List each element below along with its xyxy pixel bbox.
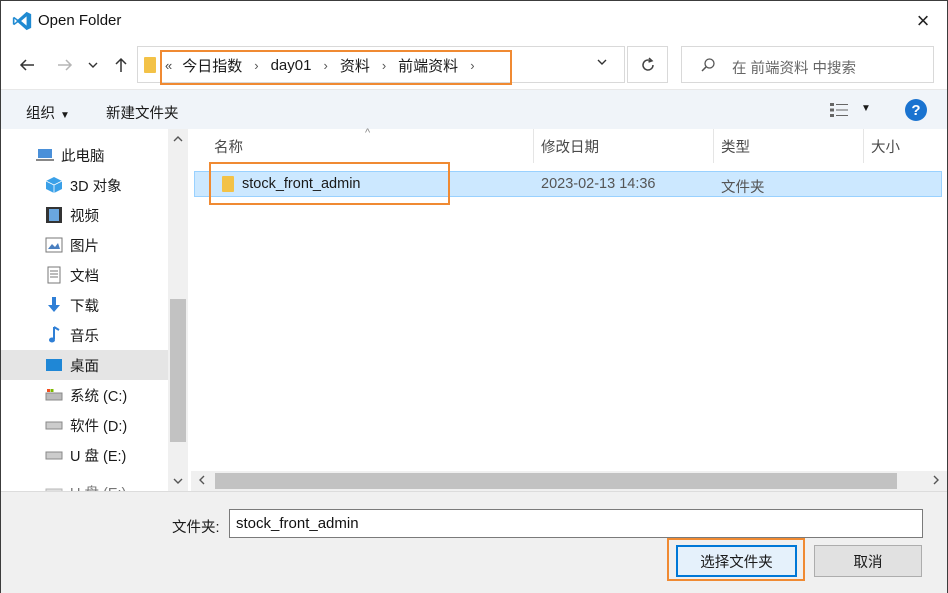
nav-item-label: 视频 xyxy=(70,208,99,225)
arrow-right-icon xyxy=(58,59,73,71)
nav-item-label: 此电脑 xyxy=(61,148,105,165)
column-header-modified[interactable]: 修改日期 xyxy=(541,129,599,163)
chevron-down-icon[interactable] xyxy=(168,475,188,489)
select-button-highlight-box xyxy=(667,538,805,581)
refresh-button[interactable] xyxy=(627,46,668,83)
column-divider[interactable] xyxy=(863,129,864,163)
drive-icon xyxy=(45,446,63,464)
close-button[interactable]: × xyxy=(909,7,937,35)
nav-item-videos[interactable]: 视频 xyxy=(1,200,168,230)
nav-item-label: 下载 xyxy=(70,298,99,315)
column-header-size[interactable]: 大小 xyxy=(871,129,900,163)
document-icon xyxy=(45,266,63,284)
chevron-down-icon xyxy=(88,62,98,68)
music-icon xyxy=(45,326,63,344)
nav-item-label: 文档 xyxy=(70,268,99,285)
nav-item-downloads[interactable]: 下载 xyxy=(1,290,168,320)
help-icon[interactable]: ? xyxy=(905,99,927,121)
view-options-icon[interactable] xyxy=(829,102,849,118)
nav-item-label: U 盘 (E:) xyxy=(70,448,127,465)
caret-down-icon[interactable]: ▼ xyxy=(861,103,871,114)
nav-item-pictures[interactable]: 图片 xyxy=(1,230,168,260)
address-dropdown-button[interactable] xyxy=(596,56,608,71)
cancel-button[interactable]: 取消 xyxy=(814,545,922,577)
drive-icon xyxy=(45,483,63,491)
search-input[interactable]: 在 前端资料 中搜索 xyxy=(681,46,934,83)
drive-c-icon xyxy=(45,386,63,404)
nav-scroll-thumb[interactable] xyxy=(170,299,186,442)
organize-label: 组织 xyxy=(26,106,55,122)
horizontal-scrollbar[interactable] xyxy=(191,471,947,491)
nav-item-label: 图片 xyxy=(70,238,99,255)
computer-icon xyxy=(36,146,54,164)
recent-locations-button[interactable] xyxy=(85,53,101,77)
navigation-pane: 此电脑 3D 对象 视频 图片 文档 下载 音乐 桌面 系统 (C:) 软件 (… xyxy=(1,129,189,491)
row-highlight-box xyxy=(209,162,450,205)
arrow-left-icon xyxy=(19,59,34,71)
sort-ascending-icon: ^ xyxy=(365,127,371,139)
nav-item-drive-e[interactable]: U 盘 (E:) xyxy=(1,440,168,470)
file-type: 文件夹 xyxy=(721,180,765,196)
command-bar: 组织 ▼ 新建文件夹 ▼ ? xyxy=(1,89,947,129)
nav-item-label: 软件 (D:) xyxy=(70,418,128,435)
nav-item-3d-objects[interactable]: 3D 对象 xyxy=(1,170,168,200)
vscode-icon xyxy=(12,11,32,31)
column-divider[interactable] xyxy=(713,129,714,163)
download-icon xyxy=(45,296,63,314)
back-button[interactable] xyxy=(15,53,39,77)
column-header-name[interactable]: 名称 xyxy=(214,129,243,163)
nav-item-drive-d[interactable]: 软件 (D:) xyxy=(1,410,168,440)
window-title: Open Folder xyxy=(38,12,122,29)
new-folder-button[interactable]: 新建文件夹 xyxy=(106,102,179,123)
dialog-footer: 文件夹: 选择文件夹 取消 xyxy=(1,491,947,593)
nav-item-label: 3D 对象 xyxy=(70,178,122,195)
caret-down-icon: ▼ xyxy=(60,110,70,121)
chevron-up-icon[interactable] xyxy=(168,133,188,147)
organize-menu[interactable]: 组织 ▼ xyxy=(26,102,70,123)
folder-icon xyxy=(144,57,156,73)
nav-item-music[interactable]: 音乐 xyxy=(1,320,168,350)
nav-item-label: 桌面 xyxy=(70,358,99,375)
nav-item-this-pc[interactable]: 此电脑 xyxy=(1,140,168,170)
folder-field-label: 文件夹: xyxy=(172,520,220,536)
nav-item-label: 音乐 xyxy=(70,328,99,345)
address-highlight-box xyxy=(160,50,512,85)
picture-icon xyxy=(45,236,63,254)
file-modified: 2023-02-13 14:36 xyxy=(541,176,656,192)
nav-item-drive-c[interactable]: 系统 (C:) xyxy=(1,380,168,410)
column-header-type[interactable]: 类型 xyxy=(721,129,750,163)
cube-3d-icon xyxy=(45,176,63,194)
up-button[interactable] xyxy=(109,53,133,77)
video-icon xyxy=(45,206,63,224)
open-folder-dialog: Open Folder × « 今日指数 › day01 › 资料 › 前端资料 xyxy=(0,0,948,593)
nav-item-desktop[interactable]: 桌面 xyxy=(1,350,168,380)
address-row: « 今日指数 › day01 › 资料 › 前端资料 › 在 前端资料 中搜索 xyxy=(1,41,947,89)
chevron-left-icon[interactable] xyxy=(197,473,207,490)
arrow-up-icon xyxy=(115,57,127,72)
drive-icon xyxy=(45,416,63,434)
nav-scrollbar[interactable] xyxy=(168,129,188,491)
nav-item-partial[interactable]: U 盘 (E:) xyxy=(1,477,168,491)
nav-item-label: U 盘 (E:) xyxy=(70,482,126,492)
refresh-icon xyxy=(641,56,654,71)
nav-item-documents[interactable]: 文档 xyxy=(1,260,168,290)
nav-item-label: 系统 (C:) xyxy=(70,388,128,405)
column-divider[interactable] xyxy=(533,129,534,163)
horizontal-scroll-thumb[interactable] xyxy=(215,473,897,489)
search-icon xyxy=(701,58,715,72)
search-placeholder: 在 前端资料 中搜索 xyxy=(732,61,857,77)
desktop-icon xyxy=(45,356,63,374)
folder-name-input[interactable] xyxy=(229,509,923,538)
chevron-right-icon[interactable] xyxy=(931,473,941,490)
title-bar: Open Folder × xyxy=(1,1,947,41)
forward-button[interactable] xyxy=(53,53,77,77)
chevron-down-icon xyxy=(597,59,607,65)
